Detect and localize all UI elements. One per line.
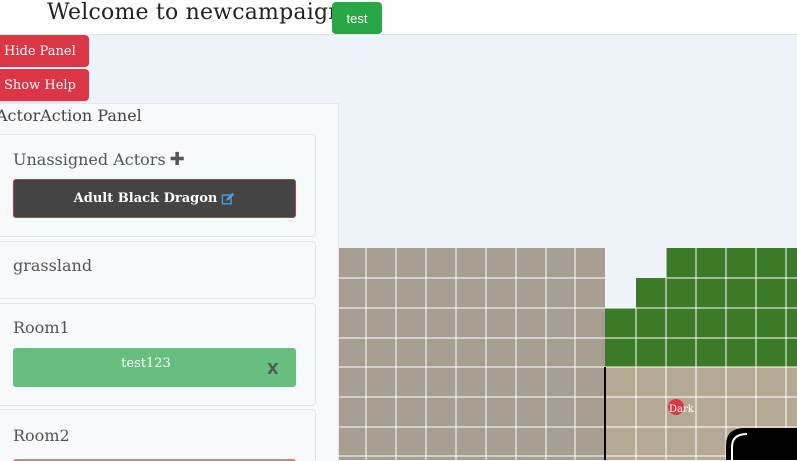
unassigned-actors-title: Unassigned Actors <box>13 150 166 169</box>
room-card-room1: Room1 test123 X <box>0 303 316 406</box>
map-dark-area <box>726 428 797 460</box>
actor-token-label: Dark <box>669 404 695 415</box>
room-card-grassland: grassland <box>0 241 316 299</box>
unassigned-actors-card: Unassigned Actors ✚ Adult Black Dragon <box>0 134 316 237</box>
show-help-button[interactable]: Show Help <box>0 69 89 101</box>
hide-panel-button[interactable]: Hide Panel <box>0 35 89 67</box>
plus-icon[interactable]: ✚ <box>170 149 185 170</box>
actor-adult-black-dragon[interactable]: Adult Black Dragon <box>13 179 296 218</box>
remove-actor-button[interactable]: X <box>267 360 279 378</box>
welcome-title: Welcome to newcampaign! <box>47 0 352 25</box>
test-button[interactable]: test <box>332 2 382 34</box>
map-gray-floor <box>337 248 605 460</box>
actor-action-panel: ActorAction Panel Unassigned Actors ✚ Adu… <box>0 103 339 461</box>
edit-icon[interactable] <box>221 192 235 206</box>
room-title: Room2 <box>13 426 70 445</box>
actor-label: Adult Black Dragon <box>73 191 218 206</box>
room-title: grassland <box>13 256 93 275</box>
actor-label: test123 <box>121 356 171 371</box>
top-bar: Welcome to newcampaign! test <box>0 0 797 35</box>
room-card-room2: Room2 <box>0 409 316 461</box>
actor-test123[interactable]: test123 X <box>13 348 296 387</box>
room-title: Room1 <box>13 318 70 337</box>
panel-title: ActorAction Panel <box>0 106 142 125</box>
